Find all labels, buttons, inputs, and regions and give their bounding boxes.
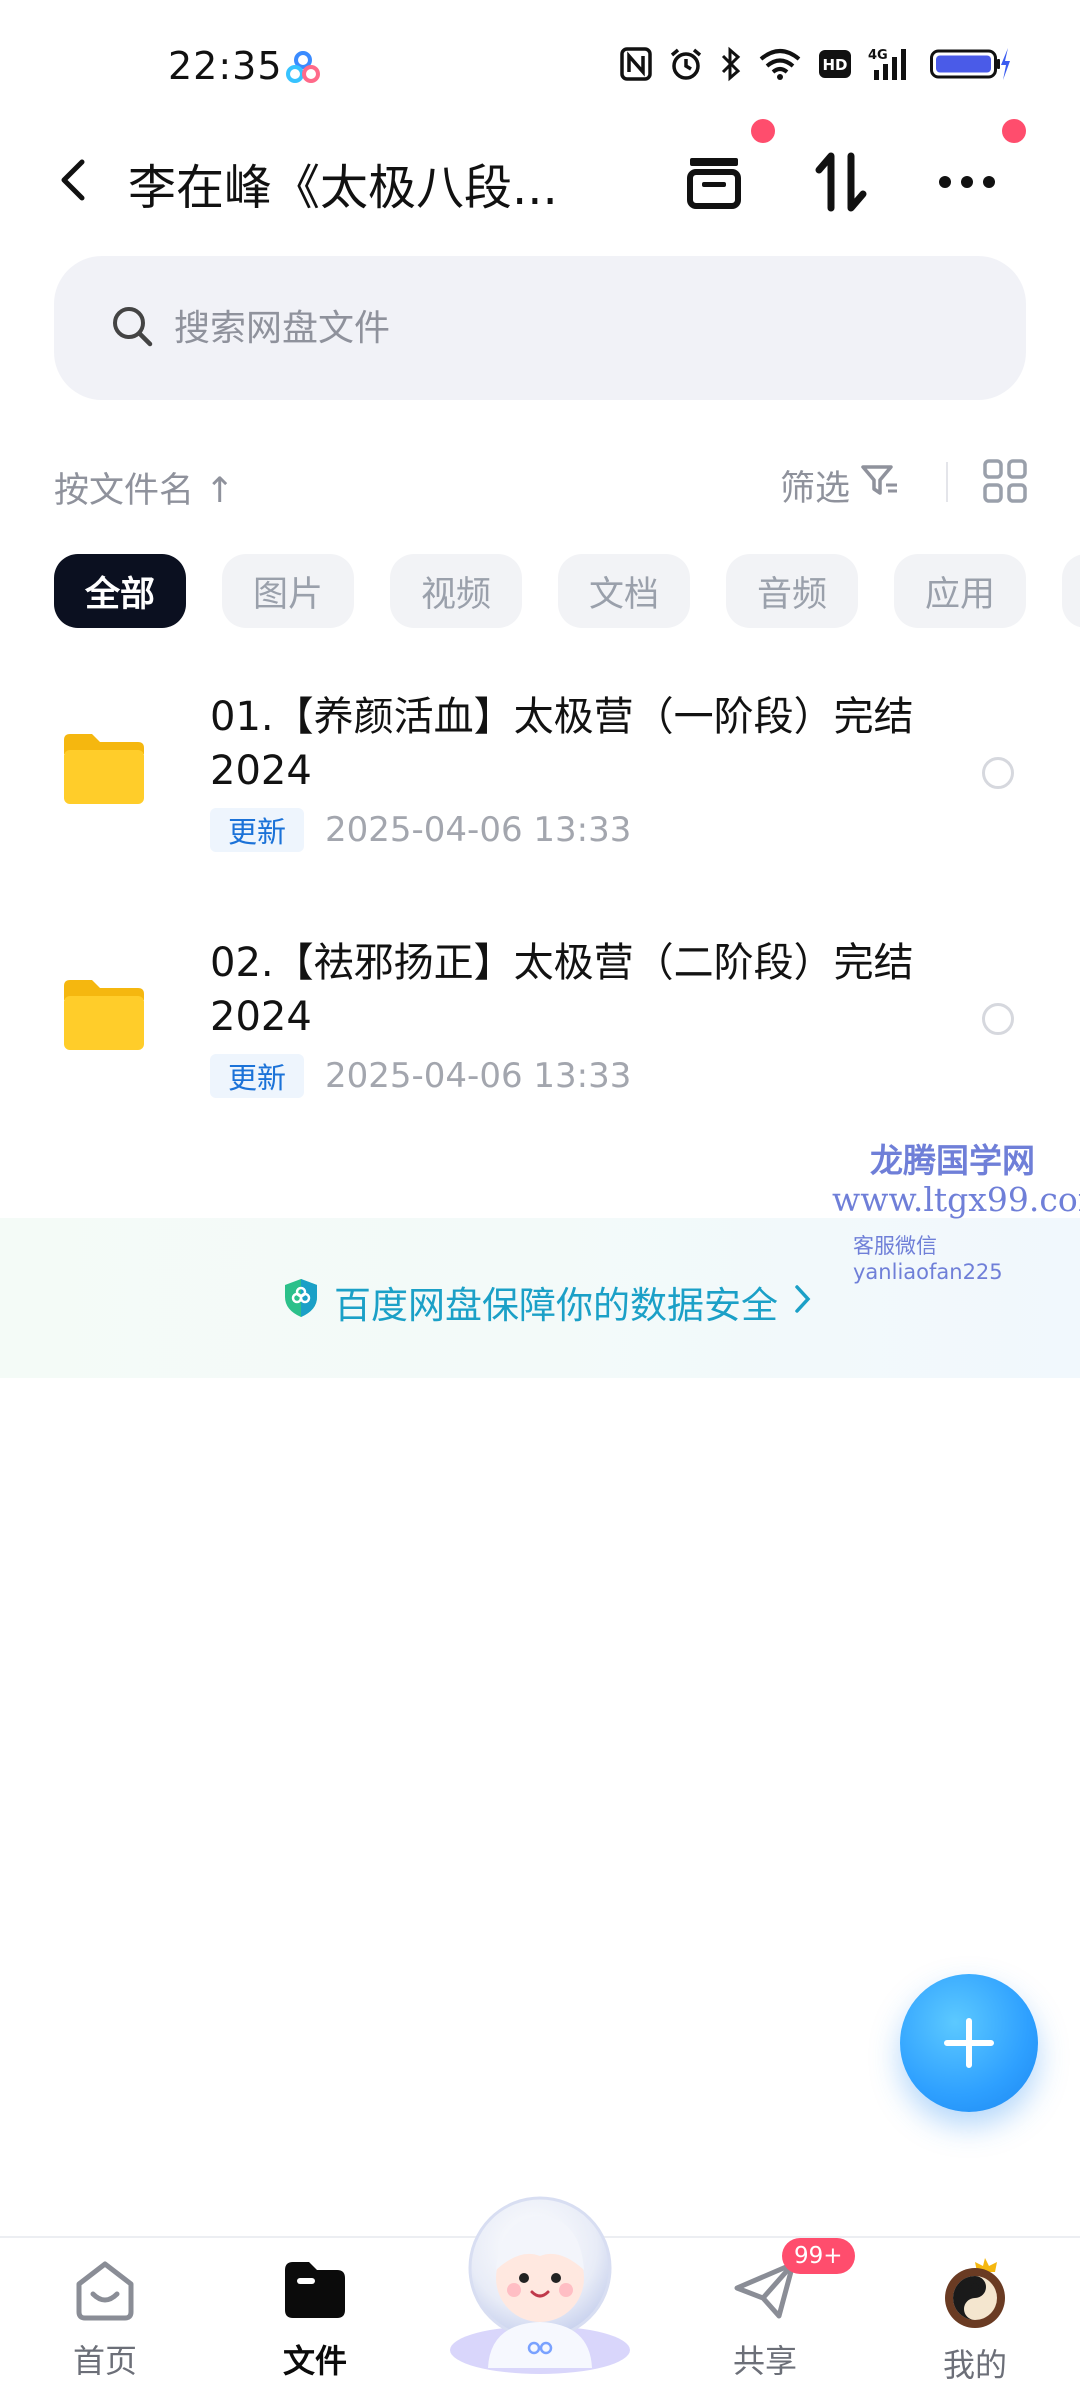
signal-4g-icon: 4G [868, 46, 914, 82]
watermark-url: www.ltgx99.com [832, 1180, 1080, 1219]
select-radio[interactable] [982, 757, 1014, 789]
filter-label: 筛选 [780, 469, 851, 509]
nav-share[interactable]: 共享 [690, 2254, 840, 2394]
nav-profile[interactable]: 我的 [900, 2254, 1050, 2394]
watermark-title: 龙腾国学网 [870, 1141, 1035, 1180]
chip-documents[interactable]: 文档 [558, 554, 690, 628]
nav-files-label: 文件 [282, 2342, 347, 2380]
sort-by-name-button[interactable]: 按文件名 ↑ [54, 462, 234, 513]
update-badge: 更新 [210, 808, 305, 852]
mascot-icon [450, 2196, 630, 2374]
file-type-chips: 全部 图片 视频 文档 音频 应用 [54, 554, 1026, 628]
archive-notification-dot [751, 119, 775, 143]
file-list-item[interactable]: 02.【祛邪扬正】太极营（二阶段）完结2024 更新 2025-04-06 13… [0, 908, 1080, 1138]
nav-home-label: 首页 [72, 2342, 137, 2380]
status-icons: HD 4G [620, 46, 1010, 82]
folder-icon [285, 2262, 345, 2318]
back-button[interactable] [50, 150, 100, 210]
grid-view-button[interactable] [982, 458, 1032, 508]
hd-icon: HD [818, 49, 852, 79]
file-name: 02.【祛邪扬正】太极营（二阶段）完结2024 [210, 940, 914, 1040]
plus-icon [944, 2018, 994, 2068]
file-date: 2025-04-06 13:33 [325, 1056, 632, 1096]
chip-audio[interactable]: 音频 [726, 554, 858, 628]
archive-icon [687, 158, 741, 209]
page-title: 李在峰《太极八段... [128, 160, 558, 216]
update-badge: 更新 [210, 1054, 305, 1098]
mascot-button[interactable] [430, 2178, 650, 2378]
status-time: 22:35 [168, 44, 283, 88]
chip-videos[interactable]: 视频 [390, 554, 522, 628]
4g-label: 4G [868, 48, 888, 63]
chip-overflow[interactable] [1062, 554, 1080, 628]
wifi-icon [758, 47, 802, 81]
chevron-right-icon [792, 1281, 812, 1324]
nav-profile-label: 我的 [942, 2346, 1007, 2384]
more-notification-dot [1002, 119, 1026, 143]
security-banner-text: 百度网盘保障你的数据安全 [334, 1284, 778, 1327]
search-icon [110, 304, 154, 352]
shield-icon [282, 1277, 320, 1328]
security-banner-link[interactable]: 百度网盘保障你的数据安全 [282, 1275, 812, 1329]
toolbar-divider [946, 462, 948, 502]
sort-arrows-icon [815, 152, 867, 212]
baidu-netdisk-icon [283, 48, 323, 92]
hd-label: HD [822, 56, 847, 74]
nav-share-label: 共享 [732, 2342, 797, 2380]
grid-view-icon [983, 459, 1027, 503]
archive-button[interactable] [674, 142, 754, 222]
chip-apps[interactable]: 应用 [894, 554, 1026, 628]
home-icon [76, 2261, 134, 2321]
file-list-item[interactable]: 01.【养颜活血】太极营（一阶段）完结2024 更新 2025-04-06 13… [0, 662, 1080, 892]
folder-icon [60, 974, 148, 1058]
file-name: 01.【养颜活血】太极营（一阶段）完结2024 [210, 694, 914, 794]
more-button[interactable] [927, 142, 1007, 222]
share-count-badge: 99+ [782, 2238, 855, 2274]
battery-charging-icon [930, 47, 1010, 81]
search-box[interactable] [54, 256, 1026, 400]
chip-images[interactable]: 图片 [222, 554, 354, 628]
filter-icon [860, 463, 900, 508]
nfc-icon [620, 47, 652, 81]
folder-icon [60, 728, 148, 812]
alarm-icon [668, 46, 704, 82]
filter-button[interactable]: 筛选 [780, 460, 900, 511]
add-button[interactable] [900, 1974, 1038, 2112]
search-input[interactable] [172, 306, 876, 350]
more-icon [939, 176, 995, 188]
chip-all[interactable]: 全部 [54, 554, 186, 628]
bluetooth-icon [720, 46, 742, 82]
nav-home[interactable]: 首页 [30, 2254, 180, 2394]
avatar-icon [945, 2258, 1005, 2328]
file-date: 2025-04-06 13:33 [325, 810, 632, 850]
sort-button[interactable] [801, 142, 881, 222]
watermark-contact: 客服微信 yanliaofan225 [853, 1234, 1003, 1284]
nav-files[interactable]: 文件 [240, 2254, 390, 2394]
select-radio[interactable] [982, 1003, 1014, 1035]
